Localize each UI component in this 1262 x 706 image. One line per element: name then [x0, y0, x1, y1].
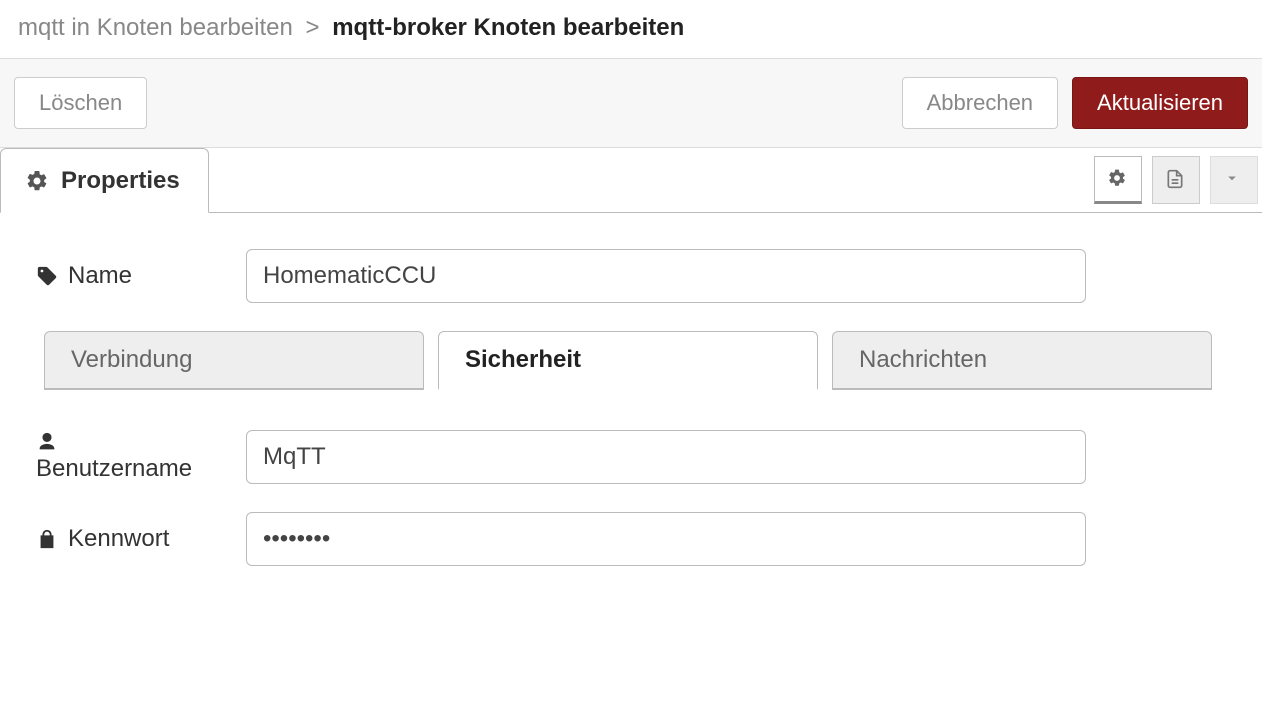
delete-button[interactable]: Löschen [14, 77, 147, 129]
label-password-text: Kennwort [68, 525, 169, 553]
label-name: Name [36, 262, 246, 290]
tab-connection[interactable]: Verbindung [44, 331, 424, 390]
tab-messages[interactable]: Nachrichten [832, 331, 1212, 390]
password-input[interactable] [246, 512, 1086, 566]
label-username-text: Benutzername [36, 455, 192, 483]
settings-icon-button[interactable] [1094, 156, 1142, 204]
label-name-text: Name [68, 262, 132, 290]
update-button[interactable]: Aktualisieren [1072, 77, 1248, 129]
label-password: Kennwort [36, 525, 246, 553]
row-username: Benutzername [36, 430, 1226, 484]
cancel-button[interactable]: Abbrechen [902, 77, 1058, 129]
document-icon [1165, 169, 1187, 191]
chevron-down-icon [1223, 169, 1245, 191]
name-input[interactable] [246, 249, 1086, 303]
document-icon-button[interactable] [1152, 156, 1200, 204]
breadcrumb-parent[interactable]: mqtt in Knoten bearbeiten [18, 14, 293, 41]
breadcrumb-current: mqtt-broker Knoten bearbeiten [332, 14, 684, 41]
action-toolbar: Löschen Abbrechen Aktualisieren [0, 59, 1262, 148]
username-input[interactable] [246, 430, 1086, 484]
form-area: Name Verbindung Sicherheit Nachrichten B… [0, 213, 1262, 614]
label-username: Benutzername [36, 431, 246, 483]
tab-properties-label: Properties [61, 167, 180, 195]
breadcrumb: mqtt in Knoten bearbeiten > mqtt-broker … [0, 0, 1262, 59]
user-icon [36, 431, 58, 453]
gear-icon [25, 169, 49, 193]
main-tabstrip: Properties [0, 148, 1262, 213]
breadcrumb-separator: > [306, 14, 320, 41]
tag-icon [36, 265, 58, 287]
lock-icon [36, 528, 58, 550]
gear-icon [1107, 168, 1129, 190]
tab-security[interactable]: Sicherheit [438, 331, 818, 390]
tab-actions [1090, 148, 1262, 212]
row-name: Name [36, 249, 1226, 303]
row-password: Kennwort [36, 512, 1226, 566]
more-dropdown-button[interactable] [1210, 156, 1258, 204]
subtabs: Verbindung Sicherheit Nachrichten [44, 331, 1226, 390]
tab-properties[interactable]: Properties [0, 148, 209, 213]
